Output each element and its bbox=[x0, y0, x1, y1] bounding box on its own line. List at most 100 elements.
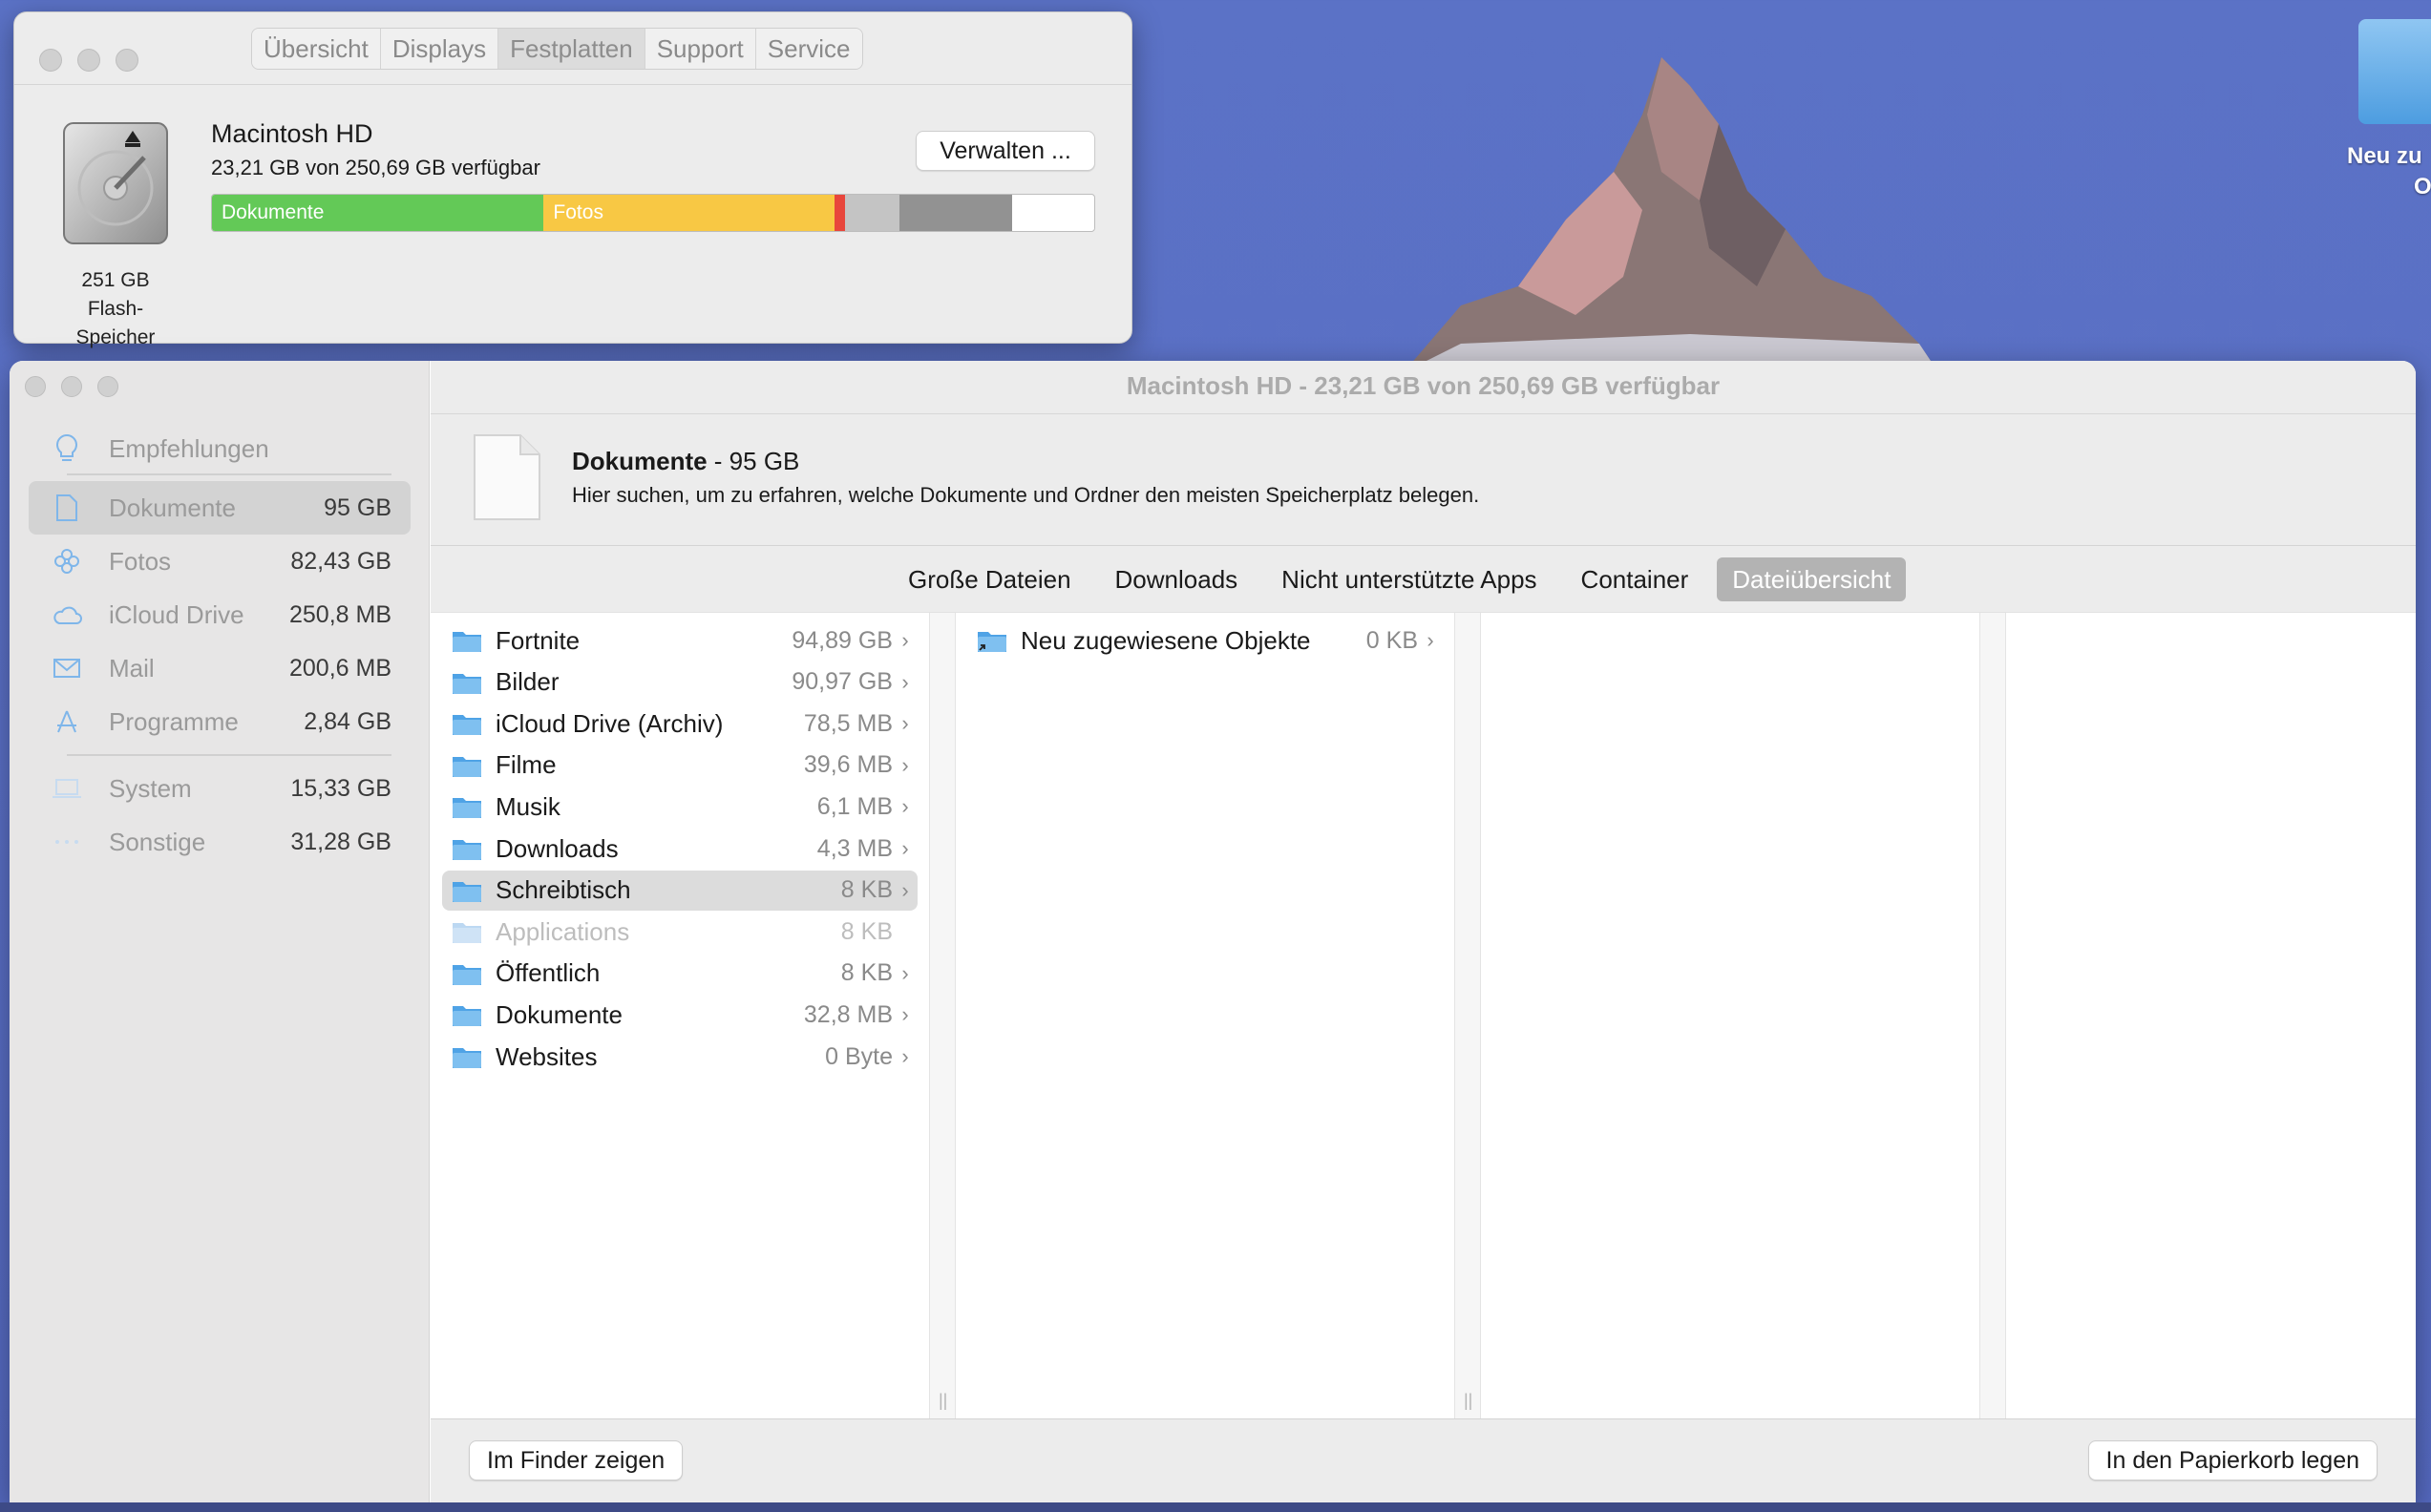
chevron-right-icon: › bbox=[901, 1002, 909, 1027]
sidebar-divider bbox=[67, 754, 391, 756]
list-item[interactable]: iCloud Drive (Archiv) 78,5 MB › bbox=[442, 704, 918, 744]
tab-disks[interactable]: Festplatten bbox=[498, 29, 645, 69]
list-item[interactable]: Downloads 4,3 MB › bbox=[442, 829, 918, 869]
list-item[interactable]: Applications 8 KB bbox=[442, 912, 918, 952]
tab-container[interactable]: Container bbox=[1566, 557, 1704, 601]
footer-bar: Im Finder zeigen In den Papierkorb legen bbox=[431, 1418, 2416, 1502]
column-3[interactable] bbox=[1481, 613, 1979, 1418]
sidebar-item-label: System bbox=[109, 773, 192, 803]
chevron-right-icon: › bbox=[901, 836, 909, 860]
lightbulb-icon bbox=[50, 433, 84, 464]
item-size: 8 KB bbox=[840, 917, 893, 945]
sidebar-item-programme[interactable]: Programme 2,84 GB bbox=[29, 695, 411, 748]
move-to-trash-button[interactable]: In den Papierkorb legen bbox=[2087, 1440, 2378, 1480]
tab-große-dateien[interactable]: Große Dateien bbox=[893, 557, 1087, 601]
folder-icon bbox=[453, 964, 481, 985]
close-button[interactable] bbox=[25, 376, 46, 397]
list-item[interactable]: Öffentlich 8 KB › bbox=[442, 954, 918, 994]
item-size: 0 Byte bbox=[825, 1042, 893, 1070]
folder-icon bbox=[453, 798, 481, 819]
cloud-icon bbox=[50, 599, 84, 630]
storage-segment: Fotos bbox=[543, 195, 835, 231]
document-icon bbox=[50, 493, 84, 523]
list-item[interactable]: Filme 39,6 MB › bbox=[442, 746, 918, 786]
sidebar-item-size: 31,28 GB bbox=[290, 828, 391, 855]
chevron-right-icon: › bbox=[901, 752, 909, 777]
sidebar-item-dokumente[interactable]: Dokumente 95 GB bbox=[29, 481, 411, 535]
list-item[interactable]: Neu zugewiesene Objekte 0 KB › bbox=[967, 620, 1443, 661]
tabs-bar: Große Dateien Downloads Nicht unterstützte… bbox=[431, 546, 2416, 613]
sidebar-item-fotos[interactable]: Fotos 82,43 GB bbox=[29, 535, 411, 588]
disk-capacity-value: 251 GB bbox=[81, 269, 150, 291]
sidebar-item-sonstige[interactable]: Sonstige 31,28 GB bbox=[29, 815, 411, 869]
folder-icon bbox=[453, 1006, 481, 1027]
folder-icon bbox=[453, 840, 481, 860]
chevron-right-icon: › bbox=[901, 1044, 909, 1068]
item-size: 8 KB bbox=[840, 876, 893, 904]
item-size: 90,97 GB bbox=[792, 668, 893, 696]
desktop-folder-label-2: O bbox=[2414, 174, 2431, 200]
item-name: Öffentlich bbox=[496, 958, 601, 988]
document-icon bbox=[474, 434, 540, 520]
item-name: Neu zugewiesene Objekte bbox=[1021, 625, 1311, 655]
sidebar-item-label: Mail bbox=[109, 653, 155, 682]
close-button[interactable] bbox=[39, 49, 62, 72]
tab-dateiübersicht[interactable]: Dateiübersicht bbox=[1717, 557, 1907, 601]
system-info-toolbar: Übersicht Displays Festplatten Support S… bbox=[14, 12, 1131, 85]
column-4[interactable] bbox=[2006, 613, 2416, 1418]
tab-support[interactable]: Support bbox=[645, 29, 756, 69]
item-name: Musik bbox=[496, 791, 560, 821]
item-name: Dokumente bbox=[496, 999, 623, 1029]
sidebar-item-label: Sonstige bbox=[109, 827, 206, 856]
list-item[interactable]: Bilder 90,97 GB › bbox=[442, 662, 918, 703]
sidebar-item-label: Empfehlungen bbox=[109, 433, 269, 463]
desktop-folder-icon[interactable] bbox=[2358, 19, 2431, 124]
category-name: Dokumente bbox=[572, 447, 708, 475]
category-description: Hier suchen, um zu erfahren, welche Doku… bbox=[572, 483, 1480, 507]
show-in-finder-button[interactable]: Im Finder zeigen bbox=[469, 1440, 684, 1480]
folder-icon bbox=[453, 881, 481, 902]
chevron-right-icon: › bbox=[901, 628, 909, 652]
minimize-button[interactable] bbox=[61, 376, 82, 397]
item-size: 4,3 MB bbox=[816, 834, 893, 862]
manage-button[interactable]: Verwalten ... bbox=[916, 131, 1095, 171]
tab-service[interactable]: Service bbox=[755, 29, 862, 69]
tab-overview[interactable]: Übersicht bbox=[252, 29, 381, 69]
column-resize-handle[interactable]: || bbox=[1454, 613, 1481, 1418]
sidebar-item-label: Dokumente bbox=[109, 493, 236, 522]
sidebar-item-mail[interactable]: Mail 200,6 MB bbox=[29, 641, 411, 695]
folder-icon bbox=[978, 632, 1006, 652]
list-item[interactable]: Websites 0 Byte › bbox=[442, 1037, 918, 1077]
list-item[interactable]: Schreibtisch 8 KB › bbox=[442, 870, 918, 911]
folder-icon bbox=[453, 923, 481, 944]
sidebar-divider bbox=[67, 473, 391, 475]
disk-available: 23,21 GB von 250,69 GB verfügbar bbox=[211, 156, 540, 179]
chevron-right-icon: › bbox=[901, 794, 909, 819]
column-resize-handle[interactable] bbox=[1979, 613, 2006, 1418]
list-item[interactable]: Musik 6,1 MB › bbox=[442, 787, 918, 827]
sidebar-item-label: Programme bbox=[109, 706, 239, 736]
minimize-button[interactable] bbox=[77, 49, 100, 72]
storage-segment: Dokumente bbox=[212, 195, 544, 231]
sidebar-item-recommendations[interactable]: Empfehlungen bbox=[29, 422, 411, 475]
zoom-button[interactable] bbox=[97, 376, 118, 397]
sidebar-item-icloud-drive[interactable]: iCloud Drive 250,8 MB bbox=[29, 588, 411, 641]
tab-displays[interactable]: Displays bbox=[380, 29, 499, 69]
category-title: Dokumente - 95 GB bbox=[572, 447, 799, 476]
photos-icon bbox=[50, 546, 84, 577]
tab-downloads[interactable]: Downloads bbox=[1100, 557, 1254, 601]
tab-nicht-unterstützte-apps[interactable]: Nicht unterstützte Apps bbox=[1266, 557, 1552, 601]
list-item[interactable]: Dokumente 32,8 MB › bbox=[442, 995, 918, 1035]
item-name: Fortnite bbox=[496, 625, 581, 655]
zoom-button[interactable] bbox=[116, 49, 138, 72]
item-size: 39,6 MB bbox=[803, 751, 893, 779]
column-1[interactable]: Fortnite 94,89 GB › Bilder 90,97 GB › iCloud D… bbox=[431, 613, 929, 1418]
storage-segment bbox=[845, 195, 899, 231]
sidebar-item-system[interactable]: System 15,33 GB bbox=[29, 762, 411, 815]
list-item[interactable]: Fortnite 94,89 GB › bbox=[442, 620, 918, 661]
folder-icon bbox=[453, 1048, 481, 1068]
column-resize-handle[interactable]: || bbox=[929, 613, 956, 1418]
chevron-right-icon: › bbox=[901, 960, 909, 985]
column-2[interactable]: Neu zugewiesene Objekte 0 KB › bbox=[956, 613, 1454, 1418]
desktop-folder-label: Neu zu bbox=[2347, 143, 2422, 169]
